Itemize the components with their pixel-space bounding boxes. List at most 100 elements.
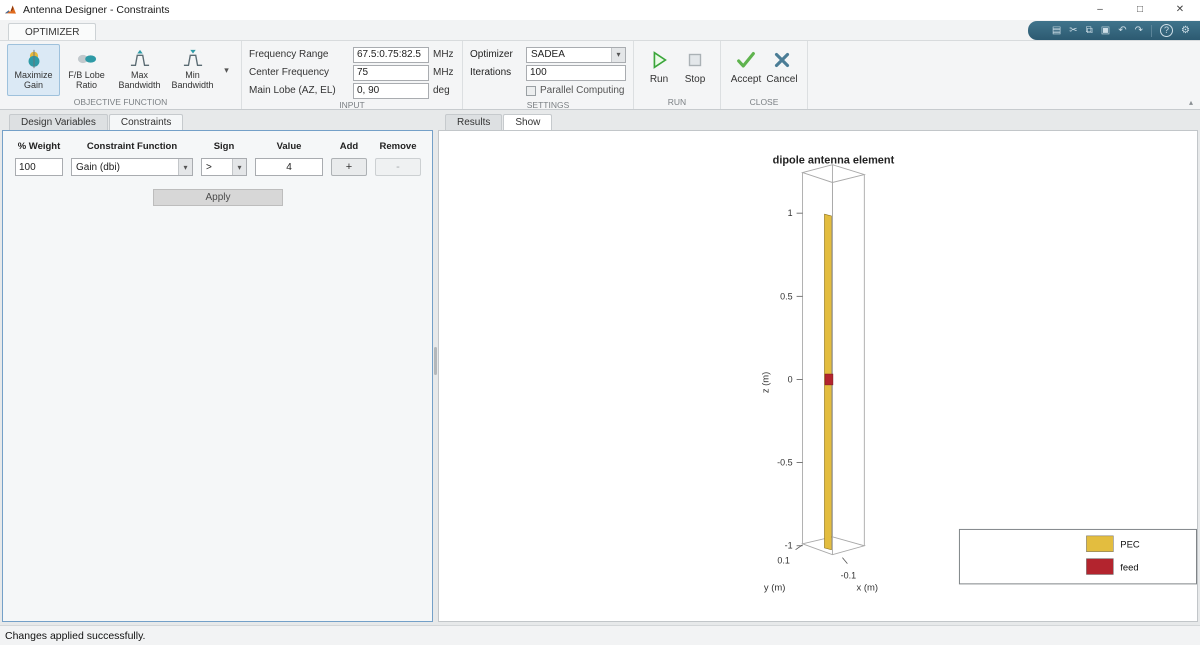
parallel-computing-checkbox[interactable] [526,85,536,96]
help-icon[interactable]: ? [1160,24,1174,37]
save-icon[interactable]: ▤ [1052,25,1061,36]
maximize-gain-button[interactable]: Maximize Gain [7,44,60,96]
x-tick-label: -0.1 [841,570,856,580]
stop-button[interactable]: Stop [679,44,711,96]
section-close: Accept Cancel CLOSE [721,41,808,109]
window-controls: – □ ✕ [1080,0,1200,20]
section-run: Run Stop RUN [634,41,721,109]
section-label-close: CLOSE [749,97,779,107]
display-panel: Results Show dipole antenna element 1 0.… [438,110,1200,625]
paste-icon[interactable]: ▣ [1101,25,1110,36]
max-bandwidth-icon [130,49,149,67]
optimizer-label: Optimizer [470,49,513,60]
section-label-input: INPUT [339,100,365,110]
cut-icon[interactable]: ✂ [1069,25,1077,36]
feed-point [824,373,834,386]
sign-select[interactable]: > ▾ [201,158,247,176]
y-tick-label: 0.1 [777,556,789,566]
constraints-table: % Weight Constraint Function Sign Value … [3,131,432,176]
collapse-ribbon-icon[interactable]: ▴ [1189,98,1193,107]
legend-label-pec: PEC [1120,539,1140,550]
add-constraint-button[interactable]: + [331,158,367,176]
accept-icon [737,52,755,68]
chevron-down-icon: ▾ [224,64,229,75]
min-bandwidth-icon [183,49,202,67]
titlebar: Antenna Designer - Constraints – □ ✕ [0,0,1200,20]
z-tick-n1: -1 [785,541,793,551]
constraint-function-select[interactable]: Gain (dbi) ▾ [71,158,193,176]
section-objective-function: Maximize Gain F/B Lobe Ratio Max Bandwid… [0,41,242,109]
parallel-computing-label: Parallel Computing [540,85,625,96]
matlab-logo-icon [5,5,16,14]
fb-lobe-ratio-label: F/B Lobe Ratio [68,70,105,91]
weight-input[interactable] [15,158,63,176]
status-bar: Changes applied successfully. [0,625,1200,645]
chevron-down-icon: ▾ [611,47,625,62]
iterations-input[interactable] [526,64,626,81]
toolbar-separator [1151,24,1153,37]
fb-lobe-ratio-button[interactable]: F/B Lobe Ratio [60,44,113,96]
left-panel-tabs: Design Variables Constraints [2,112,433,130]
z-tick-n05: -0.5 [777,458,792,468]
window-title: Antenna Designer - Constraints [23,4,170,16]
tab-results[interactable]: Results [445,114,503,130]
sign-value: > [206,161,212,173]
quick-access-toolbar: ▤ ✂ ⧉ ▣ ↶ ↷ ? ⚙ [1028,21,1200,40]
header-value: Value [276,141,302,152]
apply-button[interactable]: Apply [153,189,283,206]
chevron-down-icon: ▾ [232,159,246,175]
accept-label: Accept [730,74,762,85]
constraints-panel: Design Variables Constraints % Weight Co… [0,110,433,625]
section-label-objective: OBJECTIVE FUNCTION [73,97,168,107]
antenna-3d-plot[interactable]: dipole antenna element 1 0.5 0 -0.5 -1 z… [439,131,1197,621]
copy-icon[interactable]: ⧉ [1086,25,1093,36]
tab-constraints[interactable]: Constraints [108,114,184,130]
maximize-button[interactable]: □ [1120,0,1160,20]
remove-constraint-button[interactable]: - [375,158,421,176]
frequency-range-input[interactable] [353,46,429,63]
center-frequency-label: Center Frequency [249,67,330,78]
z-tick-1: 1 [788,208,793,218]
center-frequency-unit: MHz [433,67,454,78]
parallel-computing-option[interactable]: Parallel Computing [526,85,626,96]
main-lobe-input[interactable] [353,82,429,99]
header-constraint-function: Constraint Function [86,141,178,152]
optimizer-select[interactable]: SADEA ▾ [526,46,626,63]
accept-button[interactable]: Accept [730,44,762,96]
constraint-value-input[interactable] [255,158,323,176]
legend-label-feed: feed [1120,562,1138,573]
legend-swatch-pec [1086,535,1114,552]
minimize-button[interactable]: – [1080,0,1120,20]
objective-gallery-dropdown-button[interactable]: ▾ [219,44,234,96]
header-add: Add [339,141,359,152]
tab-design-variables[interactable]: Design Variables [9,114,108,130]
min-bandwidth-button[interactable]: Min Bandwidth [166,44,219,96]
iterations-label: Iterations [470,67,512,78]
maximize-gain-icon [28,49,39,69]
main-lobe-unit: deg [433,85,450,96]
plot-legend: PEC feed [958,528,1197,585]
panel-splitter[interactable] [433,110,438,625]
undo-icon[interactable]: ↶ [1118,25,1126,36]
ribbon-toolstrip: Maximize Gain F/B Lobe Ratio Max Bandwid… [0,40,1200,110]
axes-box [800,164,866,556]
redo-icon[interactable]: ↷ [1135,25,1143,36]
constraint-function-value: Gain (dbi) [76,161,120,173]
run-button[interactable]: Run [643,44,675,96]
cancel-button[interactable]: Cancel [766,44,798,96]
run-icon [653,51,667,69]
cancel-icon [774,52,790,68]
close-button[interactable]: ✕ [1160,0,1200,20]
max-bandwidth-label: Max Bandwidth [118,70,161,91]
antenna-plot-area: dipole antenna element 1 0.5 0 -0.5 -1 z… [438,130,1198,622]
main-lobe-label: Main Lobe (AZ, EL) [249,85,336,96]
maximize-gain-label: Maximize Gain [14,70,53,91]
tab-optimizer[interactable]: OPTIMIZER [8,23,97,40]
tab-show[interactable]: Show [503,114,553,130]
stop-label: Stop [684,74,706,85]
center-frequency-input[interactable] [353,64,429,81]
gear-icon[interactable]: ⚙ [1181,25,1190,36]
max-bandwidth-button[interactable]: Max Bandwidth [113,44,166,96]
z-axis-label: z (m) [760,372,771,393]
header-weight: % Weight [17,141,61,152]
